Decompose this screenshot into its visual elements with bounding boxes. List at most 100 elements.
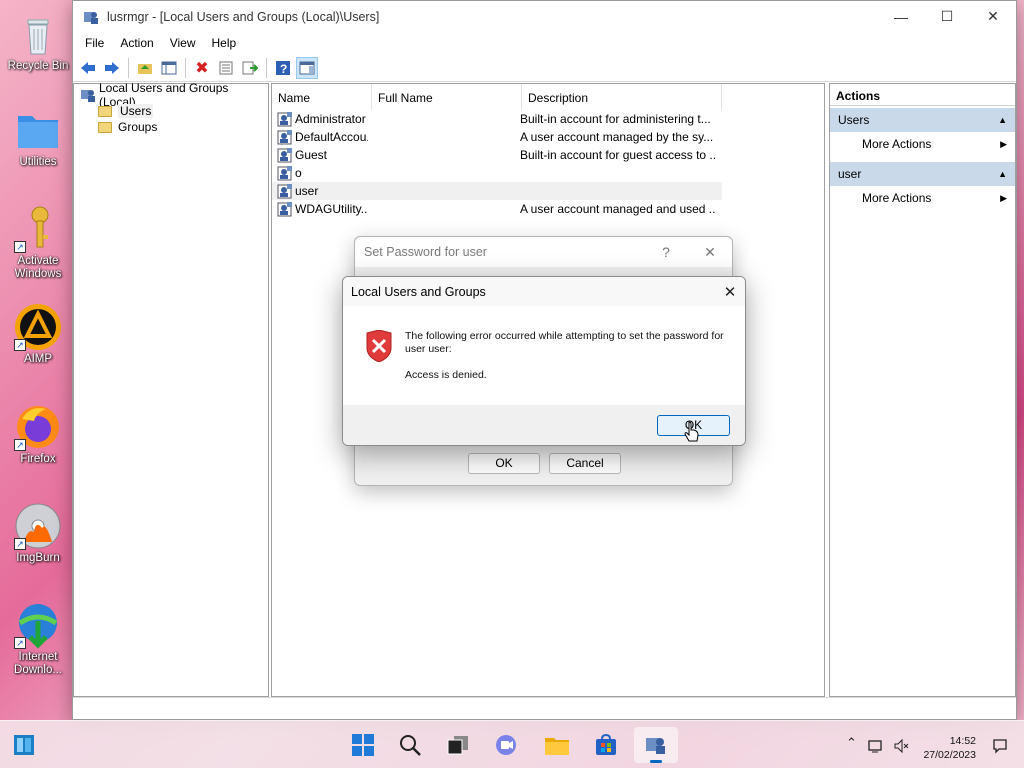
- search-icon: [400, 735, 421, 756]
- show-hidden-icons-button[interactable]: ⌃: [846, 735, 857, 751]
- table-row[interactable]: WDAGUtility... A user account managed and…: [272, 200, 824, 218]
- desktop-icon-internet-download-manager[interactable]: ↗ Internet Downlo...: [6, 601, 70, 677]
- menu-file[interactable]: File: [77, 36, 112, 50]
- menu-help[interactable]: Help: [204, 36, 245, 50]
- show-hide-tree-button[interactable]: [158, 57, 180, 79]
- desktop-icon-firefox[interactable]: ↗ Firefox: [6, 403, 70, 466]
- taskbar: ⌃ 14:52 27/02/2023: [0, 720, 1024, 768]
- actions-group-users[interactable]: Users ▲: [830, 108, 1015, 132]
- minimize-icon: —: [894, 8, 908, 25]
- properties-button[interactable]: [215, 57, 237, 79]
- error-shield-icon: [366, 330, 392, 362]
- collapse-up-icon: ▲: [998, 115, 1007, 125]
- tree-groups-label: Groups: [118, 120, 158, 134]
- search-button[interactable]: [396, 731, 424, 759]
- window-title: lusrmgr - [Local Users and Groups (Local…: [107, 9, 380, 24]
- svg-text:?: ?: [280, 62, 287, 76]
- chat-icon: [496, 735, 516, 755]
- back-arrow-icon: [81, 61, 95, 74]
- help-button[interactable]: ?: [272, 57, 294, 79]
- notifications-icon[interactable]: [992, 738, 1008, 754]
- mouse-cursor-icon: [684, 421, 699, 442]
- start-button[interactable]: [349, 731, 377, 759]
- user-name-cell: Administrator: [272, 111, 368, 127]
- teams-chat-button[interactable]: [492, 731, 520, 759]
- tree-item-root[interactable]: Local Users and Groups (Local): [74, 81, 268, 109]
- forward-button[interactable]: [101, 57, 123, 79]
- toolbar-separator: [185, 57, 186, 78]
- desktop-icon-recycle-bin[interactable]: Recycle Bin: [6, 10, 70, 73]
- user-account-icon: [277, 184, 292, 199]
- user-account-icon: [277, 202, 292, 217]
- user-description: Built-in account for guest access to ...: [520, 148, 716, 162]
- error-dialog-close-button[interactable]: ✕: [715, 283, 745, 301]
- more-actions-user[interactable]: More Actions ▶: [830, 186, 1015, 210]
- error-dialog: Local Users and Groups ✕ The following e…: [342, 276, 746, 446]
- show-hide-action-pane-button[interactable]: [296, 56, 318, 79]
- close-icon: ✕: [987, 8, 999, 24]
- tree-item-groups[interactable]: Groups: [74, 119, 268, 135]
- column-header-name[interactable]: Name: [272, 84, 372, 110]
- actions-group-user-label: user: [838, 167, 862, 181]
- imgburn-icon: ↗: [14, 502, 62, 550]
- lusrmgr-app-icon: [646, 738, 665, 754]
- list-header: Name Full Name Description: [272, 84, 824, 110]
- set-password-title-bar[interactable]: Set Password for user ? ✕: [355, 237, 732, 267]
- menu-action[interactable]: Action: [112, 36, 161, 50]
- title-bar[interactable]: lusrmgr - [Local Users and Groups (Local…: [73, 1, 1016, 32]
- table-row[interactable]: Administrator Built-in account for admini…: [272, 110, 824, 128]
- user-name-cell: DefaultAccou...: [272, 129, 368, 145]
- user-name-cell: o: [272, 165, 368, 181]
- desktop-icon-activate-windows[interactable]: ↗ Activate Windows: [6, 205, 70, 281]
- user-name: o: [295, 166, 302, 180]
- more-actions-label: More Actions: [862, 137, 932, 151]
- actions-group-user[interactable]: user ▲: [830, 162, 1015, 186]
- maximize-button[interactable]: ☐: [924, 1, 970, 32]
- up-one-level-button[interactable]: [134, 57, 156, 79]
- set-password-cancel-button[interactable]: Cancel: [549, 453, 621, 474]
- user-name: DefaultAccou...: [295, 130, 368, 144]
- clock-time: 14:52: [949, 735, 976, 747]
- user-description: A user account managed and used ...: [520, 202, 716, 216]
- store-button[interactable]: [592, 731, 620, 759]
- network-icon[interactable]: [868, 738, 884, 754]
- system-clock[interactable]: 14:52 27/02/2023: [923, 734, 976, 762]
- user-name-cell: WDAGUtility...: [272, 201, 368, 217]
- delete-button[interactable]: ✖: [191, 57, 213, 79]
- table-row[interactable]: o: [272, 164, 824, 182]
- desktop-icon-imgburn[interactable]: ↗ ImgBurn: [6, 502, 70, 565]
- widgets-button[interactable]: [10, 731, 38, 759]
- table-row[interactable]: DefaultAccou... A user account managed by…: [272, 128, 824, 146]
- lusrmgr-taskbar-button[interactable]: [634, 727, 678, 763]
- error-dialog-title-bar[interactable]: Local Users and Groups ✕: [343, 277, 745, 306]
- set-password-close-button[interactable]: ✕: [688, 244, 732, 261]
- help-question-button[interactable]: ?: [644, 244, 688, 260]
- file-explorer-button[interactable]: [543, 731, 571, 759]
- user-name-cell: Guest: [272, 147, 368, 163]
- desktop-icon-utilities[interactable]: Utilities: [6, 106, 70, 169]
- widgets-icon: [14, 735, 34, 755]
- minimize-button[interactable]: —: [878, 1, 924, 32]
- error-message: The following error occurred while attem…: [405, 330, 724, 355]
- active-indicator: [650, 760, 662, 763]
- export-list-button[interactable]: [239, 57, 261, 79]
- set-password-ok-button[interactable]: OK: [468, 453, 540, 474]
- desktop-icon-aimp[interactable]: ↗ AIMP: [6, 303, 70, 366]
- close-button[interactable]: ✕: [970, 1, 1016, 32]
- back-button[interactable]: [77, 57, 99, 79]
- table-row[interactable]: Guest Built-in account for guest access t…: [272, 146, 824, 164]
- menu-view[interactable]: View: [162, 36, 204, 50]
- table-row[interactable]: user: [272, 182, 722, 200]
- set-password-title: Set Password for user: [364, 245, 487, 259]
- user-account-icon: [277, 148, 292, 163]
- collapse-up-icon: ▲: [998, 169, 1007, 179]
- volume-muted-icon[interactable]: [893, 738, 909, 754]
- forward-arrow-icon: [105, 61, 119, 74]
- more-actions-users[interactable]: More Actions ▶: [830, 132, 1015, 156]
- user-name: user: [295, 184, 319, 198]
- shortcut-arrow-icon: ↗: [14, 339, 26, 351]
- column-header-full-name[interactable]: Full Name: [372, 84, 522, 110]
- task-view-button[interactable]: [444, 731, 472, 759]
- windows-start-icon: [352, 734, 374, 756]
- column-header-description[interactable]: Description: [522, 84, 722, 110]
